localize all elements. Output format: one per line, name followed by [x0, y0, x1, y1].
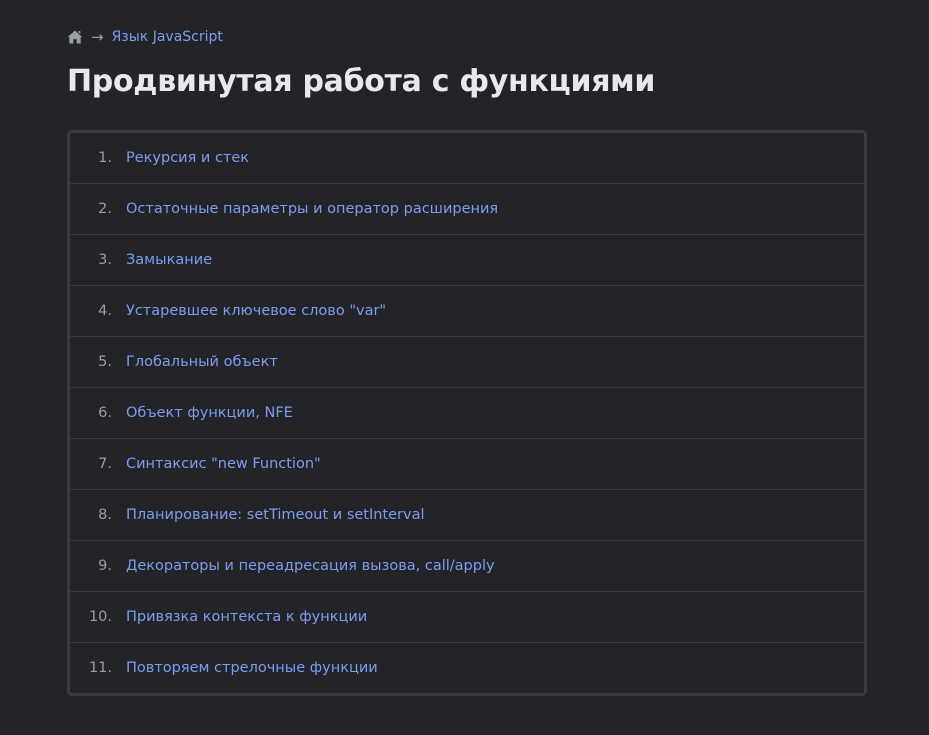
item-link[interactable]: Декораторы и переадресация вызова, call/…: [126, 558, 495, 574]
item-link[interactable]: Устаревшее ключевое слово "var": [126, 303, 386, 319]
breadcrumb-parent-link[interactable]: Язык JavaScript: [112, 29, 223, 45]
item-number: 5.: [98, 354, 112, 370]
item-link[interactable]: Привязка контекста к функции: [126, 609, 367, 625]
item-number: 1.: [98, 150, 112, 166]
list-item: 2. Остаточные параметры и оператор расшир…: [70, 183, 864, 234]
list-item: 11. Повторяем стрелочные функции: [70, 642, 864, 693]
item-number: 3.: [98, 252, 112, 268]
list-item: 7. Синтаксис "new Function": [70, 438, 864, 489]
item-link[interactable]: Остаточные параметры и оператор расширен…: [126, 201, 498, 217]
item-link[interactable]: Глобальный объект: [126, 354, 278, 370]
item-number: 4.: [98, 303, 112, 319]
item-number: 11.: [88, 660, 112, 676]
item-link[interactable]: Рекурсия и стек: [126, 150, 249, 166]
home-icon: [67, 30, 83, 44]
item-number: 10.: [88, 609, 112, 625]
list-item: 4. Устаревшее ключевое слово "var": [70, 285, 864, 336]
chapter-list: 1. Рекурсия и стек 2. Остаточные параметры …: [67, 130, 867, 696]
list-item: 8. Планирование: setTimeout и setInterval: [70, 489, 864, 540]
item-number: 7.: [98, 456, 112, 472]
page-title: Продвинутая работа с функциями: [67, 64, 656, 99]
item-number: 6.: [98, 405, 112, 421]
list-item: 5. Глобальный объект: [70, 336, 864, 387]
item-number: 8.: [98, 507, 112, 523]
breadcrumb-separator: →: [91, 28, 104, 46]
list-item: 3. Замыкание: [70, 234, 864, 285]
item-link[interactable]: Повторяем стрелочные функции: [126, 660, 378, 676]
breadcrumb: → Язык JavaScript: [67, 28, 223, 46]
list-item: 9. Декораторы и переадресация вызова, cal…: [70, 540, 864, 591]
list-item: 10. Привязка контекста к функции: [70, 591, 864, 642]
item-number: 9.: [98, 558, 112, 574]
item-link[interactable]: Синтаксис "new Function": [126, 456, 321, 472]
item-link[interactable]: Объект функции, NFE: [126, 405, 293, 421]
home-link[interactable]: [67, 29, 83, 45]
item-link[interactable]: Замыкание: [126, 252, 212, 268]
item-link[interactable]: Планирование: setTimeout и setInterval: [126, 507, 425, 523]
list-item: 6. Объект функции, NFE: [70, 387, 864, 438]
item-number: 2.: [98, 201, 112, 217]
list-item: 1. Рекурсия и стек: [70, 133, 864, 183]
